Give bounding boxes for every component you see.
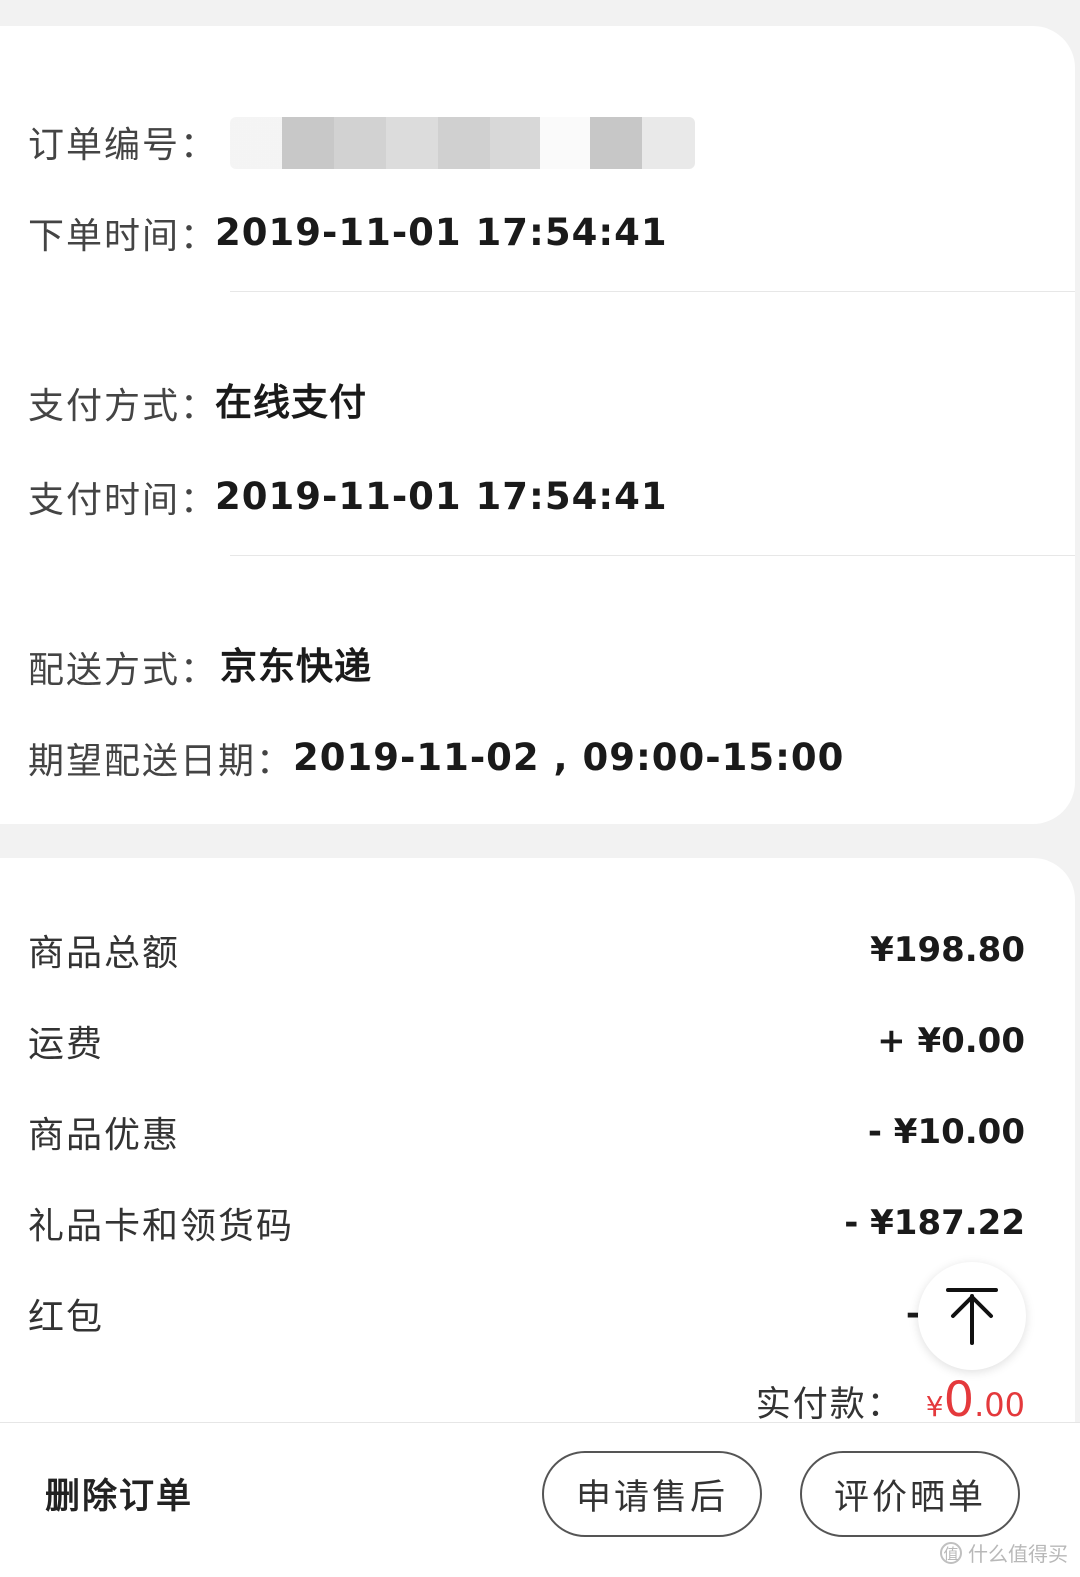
divider [230, 291, 1075, 292]
divider [230, 555, 1075, 556]
arrow-up-to-top-icon [946, 1288, 998, 1345]
total-currency-symbol: ¥ [925, 1390, 944, 1423]
order-time-row: 下单时间： [28, 203, 218, 263]
payment-method-value: 在线支付 [215, 381, 367, 424]
total-amount-integer: 0 [943, 1372, 975, 1428]
price-row-gift-card: 礼品卡和领货码 - ¥187.22 [28, 1193, 1025, 1253]
expected-delivery-row: 期望配送日期： [28, 728, 294, 788]
delivery-method-label: 配送方式： [28, 650, 219, 691]
expected-delivery-value: 2019-11-02 , 09:00-15:00 [293, 736, 845, 779]
payment-time-label: 支付时间： [28, 480, 219, 521]
total-paid-label: 实付款： [755, 1385, 904, 1425]
price-row-red-packet: 红包 - [28, 1284, 920, 1344]
delivery-method-row: 配送方式： [28, 637, 218, 697]
payment-time-value: 2019-11-01 17:54:41 [215, 475, 668, 518]
payment-method-row: 支付方式： [28, 373, 218, 433]
order-number-row: 订单编号： [28, 112, 218, 172]
order-number-redacted [230, 117, 695, 169]
watermark-logo-icon: 值 [940, 1541, 962, 1564]
price-label: 红包 [28, 1297, 105, 1338]
price-row-discount: 商品优惠 - ¥10.00 [28, 1102, 1025, 1162]
order-time-label: 下单时间： [28, 216, 219, 257]
bottom-action-bar: 删除订单 申请售后 评价晒单 值 什么值得买 [0, 1422, 1080, 1577]
price-label: 商品总额 [28, 933, 181, 974]
price-value: ¥198.80 [870, 930, 1025, 970]
delivery-method-value: 京东快递 [220, 645, 372, 688]
order-info-card: 订单编号： 下单时间： 2019-11-01 17:54:41 支付方式： 在线… [0, 26, 1075, 824]
apply-after-sale-button[interactable]: 申请售后 [542, 1451, 762, 1537]
price-label: 商品优惠 [28, 1115, 181, 1156]
total-amount-decimal: .00 [974, 1386, 1025, 1424]
payment-method-label: 支付方式： [28, 386, 219, 427]
price-row-shipping: 运费 + ¥0.00 [28, 1011, 1025, 1071]
watermark: 值 什么值得买 [940, 1538, 1068, 1567]
price-value: - ¥187.22 [844, 1203, 1025, 1243]
payment-time-row: 支付时间： [28, 467, 218, 527]
delete-order-button[interactable]: 删除订单 [45, 1467, 193, 1527]
order-number-label: 订单编号： [28, 125, 219, 166]
price-value: + ¥0.00 [877, 1021, 1025, 1061]
scroll-to-top-button[interactable] [918, 1262, 1026, 1370]
price-label: 运费 [28, 1024, 105, 1065]
watermark-text: 什么值得买 [968, 1542, 1068, 1566]
price-label: 礼品卡和领货码 [28, 1206, 295, 1247]
expected-delivery-label: 期望配送日期： [28, 741, 295, 782]
review-order-button[interactable]: 评价晒单 [800, 1451, 1020, 1537]
price-value: - ¥10.00 [867, 1112, 1025, 1152]
order-time-value: 2019-11-01 17:54:41 [215, 211, 668, 254]
price-row-goods-total: 商品总额 ¥198.80 [28, 920, 1025, 980]
